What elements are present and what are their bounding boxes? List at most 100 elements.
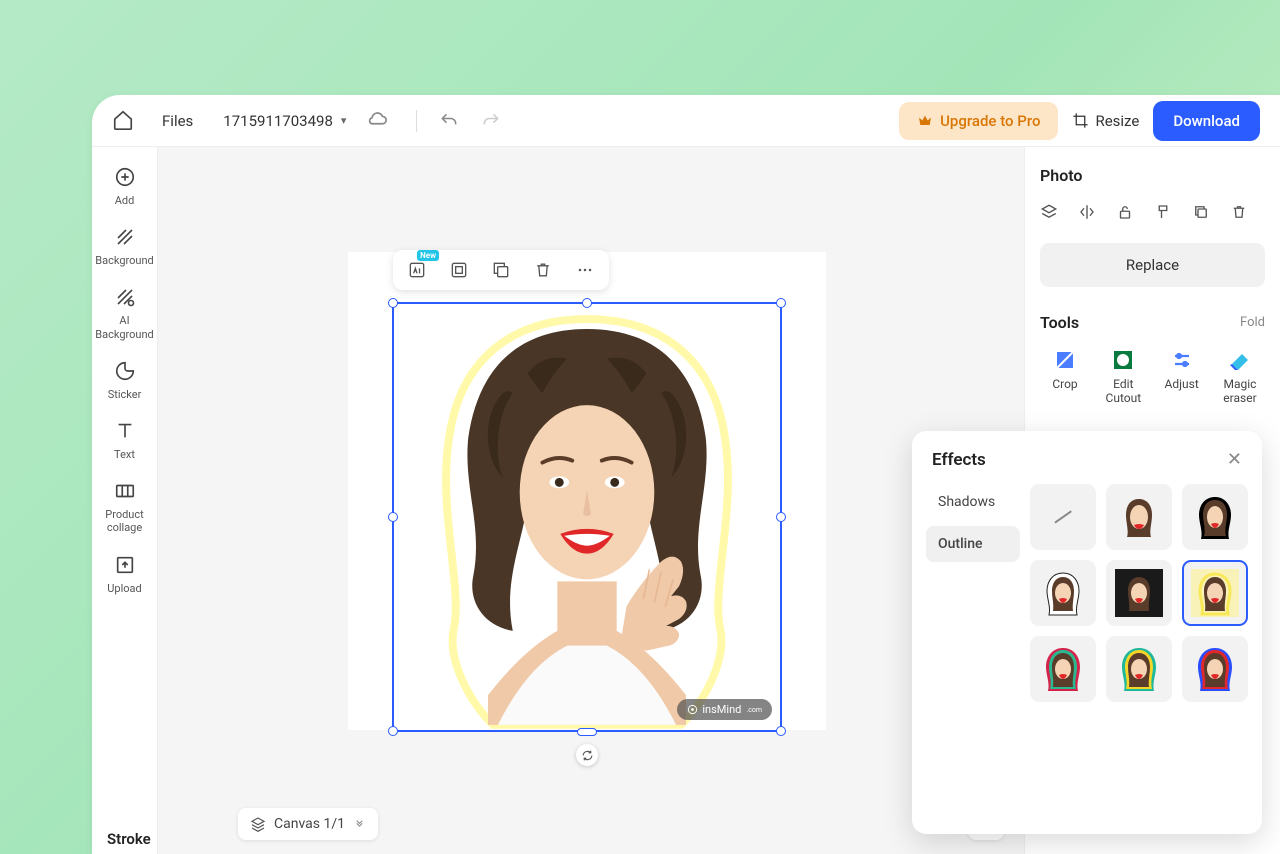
tool-magic-eraser[interactable]: Magic eraser [1215,348,1265,406]
canvas-pager[interactable]: Canvas 1/1 [238,808,378,840]
top-bar: Files 1715911703498 ▾ Upgrade to Pro Res [92,95,1280,147]
panel-title-photo: Photo [1040,166,1265,185]
resize-handle-mr[interactable] [776,512,786,522]
chevron-down-icon: ▾ [341,114,347,127]
resize-label: Resize [1095,112,1139,130]
sticker-icon [113,359,137,383]
ai-tool-button[interactable]: New [401,254,433,286]
sidebar-text[interactable]: Text [95,419,155,461]
selected-photo[interactable]: insMind.com [392,302,782,732]
quick-actions [1040,203,1265,221]
sidebar-product-collage[interactable]: Product collage [95,479,155,534]
effect-none[interactable] [1030,484,1096,550]
sidebar-collage-label: Product collage [95,508,155,534]
effects-grid [1020,484,1248,702]
selection-toolbar: New [393,250,609,290]
cloud-sync-icon[interactable] [366,110,388,132]
more-button[interactable] [569,254,601,286]
effects-header: Effects ✕ [912,431,1262,484]
text-icon [113,419,137,443]
resize-handle-ml[interactable] [388,512,398,522]
sidebar-ai-background[interactable]: AI Background [95,285,155,340]
app-window: Files 1715911703498 ▾ Upgrade to Pro Res [92,95,1280,854]
collage-icon [113,479,137,503]
effect-dark[interactable] [1106,560,1172,626]
rotate-handle[interactable] [576,744,598,766]
person-illustration [394,304,780,730]
watermark-text: insMind [702,703,741,716]
crown-icon [917,113,933,129]
new-badge: New [417,250,439,261]
resize-handle-mt[interactable] [582,298,592,308]
tool-eraser-label: Magic eraser [1215,378,1265,406]
sidebar-background[interactable]: Background [95,225,155,267]
undo-redo-group [439,111,501,131]
sidebar-upload[interactable]: Upload [95,553,155,595]
tool-edit-cutout[interactable]: Edit Cutout [1098,348,1148,406]
effect-multicolor-2[interactable] [1106,636,1172,702]
sidebar-upload-label: Upload [95,582,155,595]
delete-button[interactable] [527,254,559,286]
lock-icon[interactable] [1116,203,1134,221]
effect-black-outline[interactable] [1182,484,1248,550]
effects-body: Shadows Outline [912,484,1262,702]
sidebar-add-label: Add [95,194,155,207]
tool-crop[interactable]: Crop [1040,348,1090,406]
layers-icon[interactable] [1040,203,1058,221]
canvas-area[interactable]: New [158,147,1024,854]
tab-shadows[interactable]: Shadows [926,484,1020,520]
frame-button[interactable] [443,254,475,286]
sidebar-text-label: Text [95,448,155,461]
resize-handle-tr[interactable] [776,298,786,308]
redo-button[interactable] [481,111,501,131]
effects-title: Effects [932,450,986,470]
tool-crop-label: Crop [1052,378,1077,392]
fold-toggle[interactable]: Fold [1240,315,1265,330]
effects-popup: Effects ✕ Shadows Outline [912,431,1262,834]
tools-label: Tools [1040,313,1079,332]
duplicate-button[interactable] [485,254,517,286]
resize-handle-mb[interactable] [577,728,597,736]
plus-circle-icon [113,165,137,189]
opacity-icon[interactable] [1154,203,1172,221]
resize-handle-br[interactable] [776,726,786,736]
home-icon[interactable] [112,109,136,133]
photo-content: insMind.com [394,304,780,730]
adjust-tool-icon [1170,348,1194,372]
tool-grid: Crop Edit Cutout Adjust Magic eraser [1040,348,1265,406]
ai-hatch-icon [113,285,137,309]
effect-multicolor-1[interactable] [1030,636,1096,702]
resize-handle-tl[interactable] [388,298,398,308]
sidebar-sticker-label: Sticker [95,388,155,401]
tab-outline[interactable]: Outline [926,526,1020,562]
upgrade-label: Upgrade to Pro [940,112,1040,130]
stroke-section-title: Stroke [107,830,151,848]
replace-button[interactable]: Replace [1040,243,1265,287]
watermark: insMind.com [677,699,772,720]
sidebar-sticker[interactable]: Sticker [95,359,155,401]
resize-handle-bl[interactable] [388,726,398,736]
top-right-actions: Upgrade to Pro Resize Download [899,101,1260,141]
effect-white-outline[interactable] [1030,560,1096,626]
crop-icon [1072,112,1089,129]
download-button[interactable]: Download [1153,101,1260,141]
tool-adjust[interactable]: Adjust [1157,348,1207,406]
trash-icon[interactable] [1230,203,1248,221]
crop-tool-icon [1053,348,1077,372]
flip-icon[interactable] [1078,203,1096,221]
main-area: Add Background AI Background Sticker Tex… [92,147,1280,854]
upgrade-button[interactable]: Upgrade to Pro [899,102,1058,140]
divider [416,110,417,132]
files-menu[interactable]: Files [162,112,193,130]
undo-button[interactable] [439,111,459,131]
filename-dropdown[interactable]: 1715911703498 ▾ [223,112,346,130]
sidebar-add[interactable]: Add [95,165,155,207]
resize-button[interactable]: Resize [1072,112,1139,130]
effect-yellow-outline[interactable] [1182,560,1248,626]
effect-plain[interactable] [1106,484,1172,550]
close-icon[interactable]: ✕ [1227,449,1242,470]
effect-multicolor-3[interactable] [1182,636,1248,702]
effects-tabs: Shadows Outline [926,484,1020,702]
duplicate-icon[interactable] [1192,203,1210,221]
hatch-icon [113,225,137,249]
